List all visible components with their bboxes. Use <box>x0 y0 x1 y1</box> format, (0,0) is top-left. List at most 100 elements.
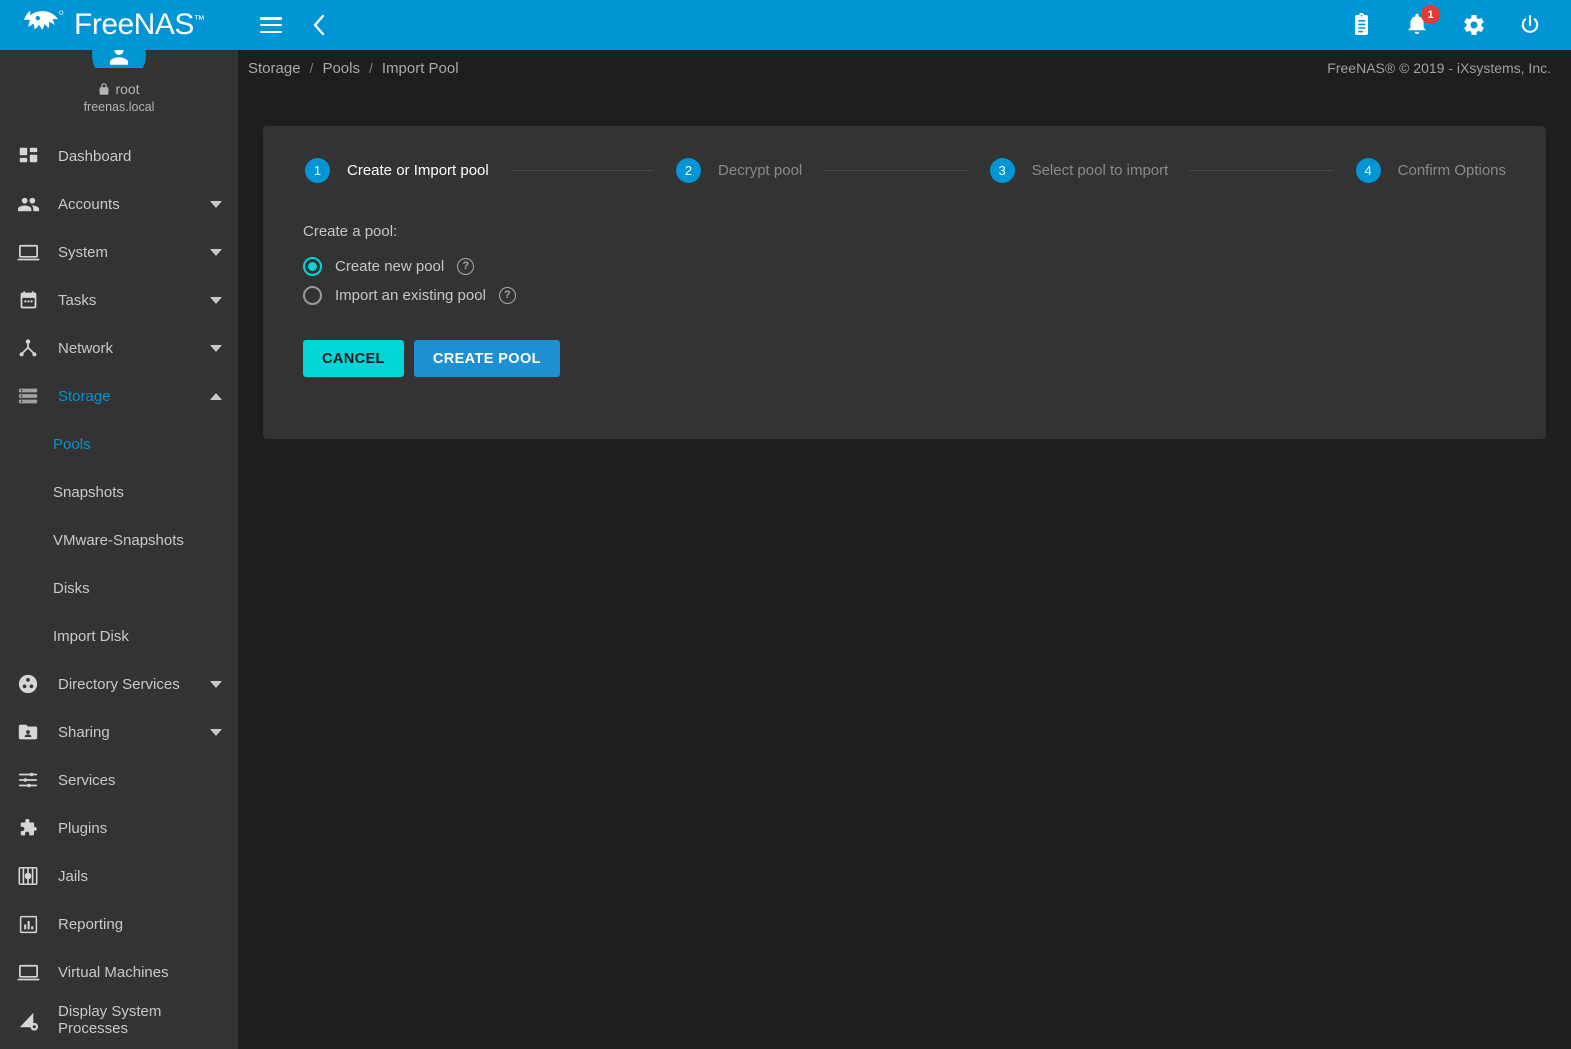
help-circle-icon[interactable]: ? <box>457 258 475 275</box>
breadcrumb-bar: Storage / Pools / Import Pool FreeNAS® ©… <box>238 50 1571 86</box>
copyright-text: FreeNAS® © 2019 - iXsystems, Inc. <box>1327 60 1551 76</box>
network-icon <box>14 334 42 362</box>
sidebar-item-dashboard[interactable]: Dashboard <box>0 132 238 180</box>
sidebar-item-label: Jails <box>58 867 89 885</box>
lock-icon <box>100 83 109 95</box>
wizard-step-4[interactable]: 4 Confirm Options <box>1355 158 1506 183</box>
jails-icon <box>14 862 42 890</box>
sidebar-item-snapshots[interactable]: Snapshots <box>0 468 238 516</box>
user-info-block: root freenas.local <box>0 28 238 122</box>
sidebar-item-reporting[interactable]: Reporting <box>0 900 238 948</box>
freenas-app-window: FreeNAS™ 1 root freenas.local Dashboard … <box>0 0 1571 1049</box>
wizard-action-buttons: CANCEL CREATE POOL <box>303 340 1506 377</box>
brand-name: FreeNAS™ <box>74 8 205 41</box>
power-icon[interactable] <box>1517 12 1543 38</box>
chevron-down-icon[interactable] <box>210 248 222 256</box>
subnav-item-label: Disks <box>53 579 90 597</box>
sidebar-item-label: Network <box>58 339 114 357</box>
wizard-stepper: 1 Create or Import pool 2 Decrypt pool 3… <box>303 158 1506 183</box>
radio-option-create-new-pool[interactable]: Create new pool ? <box>303 257 475 276</box>
notifications-button[interactable]: 1 <box>1405 5 1440 38</box>
step-number: 1 <box>305 158 330 183</box>
sidebar-item-label: Accounts <box>58 195 120 213</box>
chevron-down-icon[interactable] <box>210 296 222 304</box>
chevron-up-icon[interactable] <box>210 392 222 400</box>
sidebar-item-network[interactable]: Network <box>0 324 238 372</box>
sidebar-item-plugins[interactable]: Plugins <box>0 804 238 852</box>
sidebar-item-accounts[interactable]: Accounts <box>0 180 238 228</box>
wizard-step-2[interactable]: 2 Decrypt pool <box>676 158 802 183</box>
brand-trademark: ™ <box>193 14 205 26</box>
breadcrumb-item-import-pool: Import Pool <box>381 59 459 77</box>
chevron-down-icon[interactable] <box>210 680 222 688</box>
sidebar-item-label: Services <box>58 771 116 789</box>
sidebar-item-jails[interactable]: Jails <box>0 852 238 900</box>
sidebar-item-label: Tasks <box>58 291 97 309</box>
breadcrumb: Storage / Pools / Import Pool <box>248 60 459 77</box>
radio-label: Import an existing pool <box>335 287 486 304</box>
import-pool-wizard-card: 1 Create or Import pool 2 Decrypt pool 3… <box>263 126 1546 439</box>
wizard-step-3[interactable]: 3 Select pool to import <box>989 158 1168 183</box>
topbar-left-controls <box>238 12 332 38</box>
sidebar-item-disks[interactable]: Disks <box>0 564 238 612</box>
wizard-step-1[interactable]: 1 Create or Import pool <box>305 158 489 183</box>
chevron-left-icon[interactable] <box>306 12 332 38</box>
sidebar-item-directory-services[interactable]: Directory Services <box>0 660 238 708</box>
storage-icon <box>14 382 42 410</box>
plugins-puzzle-icon <box>14 814 42 842</box>
radio-option-import-existing-pool[interactable]: Import an existing pool ? <box>303 286 516 305</box>
radio-button-selected[interactable] <box>303 257 322 276</box>
sidebar-item-import-disk[interactable]: Import Disk <box>0 612 238 660</box>
freenas-fish-logo-icon <box>22 8 66 42</box>
dashboard-icon <box>14 142 42 170</box>
help-circle-icon[interactable]: ? <box>498 287 516 304</box>
clipboard-icon[interactable] <box>1349 12 1375 38</box>
subnav-item-label: Pools <box>53 435 91 453</box>
sidebar-item-vmware-snapshots[interactable]: VMware-Snapshots <box>0 516 238 564</box>
virtual-machines-icon <box>14 958 42 986</box>
sidebar-item-label: Storage <box>58 387 111 405</box>
sidebar-item-label: Reporting <box>58 915 124 933</box>
sidebar-item-virtual-machines[interactable]: Virtual Machines <box>0 948 238 996</box>
top-app-bar: FreeNAS™ 1 <box>0 0 1571 50</box>
reporting-chart-icon <box>14 910 42 938</box>
chevron-down-icon[interactable] <box>210 344 222 352</box>
subnav-item-label: VMware-Snapshots <box>53 531 184 549</box>
sidebar-item-services[interactable]: Services <box>0 756 238 804</box>
sidebar-item-pools[interactable]: Pools <box>0 420 238 468</box>
sidebar-item-tasks[interactable]: Tasks <box>0 276 238 324</box>
stepper-connector <box>1190 170 1334 171</box>
sidebar-item-sharing[interactable]: Sharing <box>0 708 238 756</box>
radio-button-unselected[interactable] <box>303 286 322 305</box>
chevron-down-icon[interactable] <box>210 200 222 208</box>
topbar-actions: 1 <box>1349 5 1571 38</box>
username-row: root <box>98 81 140 97</box>
sidebar-item-label: Display System Processes <box>58 1003 162 1037</box>
create-pool-form: Create a pool: Create new pool ? Import … <box>303 183 1506 377</box>
directory-services-icon <box>14 670 42 698</box>
stepper-connector <box>824 170 968 171</box>
create-pool-button[interactable]: CREATE POOL <box>413 340 560 377</box>
main-content-area: Storage / Pools / Import Pool FreeNAS® ©… <box>238 50 1571 1049</box>
sidebar-item-storage[interactable]: Storage <box>0 372 238 420</box>
breadcrumb-item-pools[interactable]: Pools <box>322 60 360 77</box>
tasks-calendar-icon <box>14 286 42 314</box>
accounts-people-icon <box>14 190 42 218</box>
hostname-text: freenas.local <box>83 100 155 114</box>
sidebar-item-display-system-processes[interactable]: Display System Processes <box>0 996 238 1044</box>
radio-label: Create new pool <box>335 258 445 275</box>
hamburger-menu-icon[interactable] <box>258 12 284 38</box>
breadcrumb-separator: / <box>368 60 373 76</box>
sidebar-item-label: Sharing <box>58 723 110 741</box>
subnav-item-label: Snapshots <box>53 483 124 501</box>
display-system-processes-icon <box>14 1006 42 1034</box>
breadcrumb-item-storage[interactable]: Storage <box>248 60 301 77</box>
chevron-down-icon[interactable] <box>210 728 222 736</box>
gear-icon[interactable] <box>1461 12 1487 38</box>
sidebar-item-system[interactable]: System <box>0 228 238 276</box>
brand-logo-area[interactable]: FreeNAS™ <box>0 0 238 50</box>
system-monitor-icon <box>14 238 42 266</box>
cancel-button[interactable]: CANCEL <box>303 340 404 377</box>
notification-badge-count: 1 <box>1421 5 1440 24</box>
stepper-connector <box>510 170 655 171</box>
